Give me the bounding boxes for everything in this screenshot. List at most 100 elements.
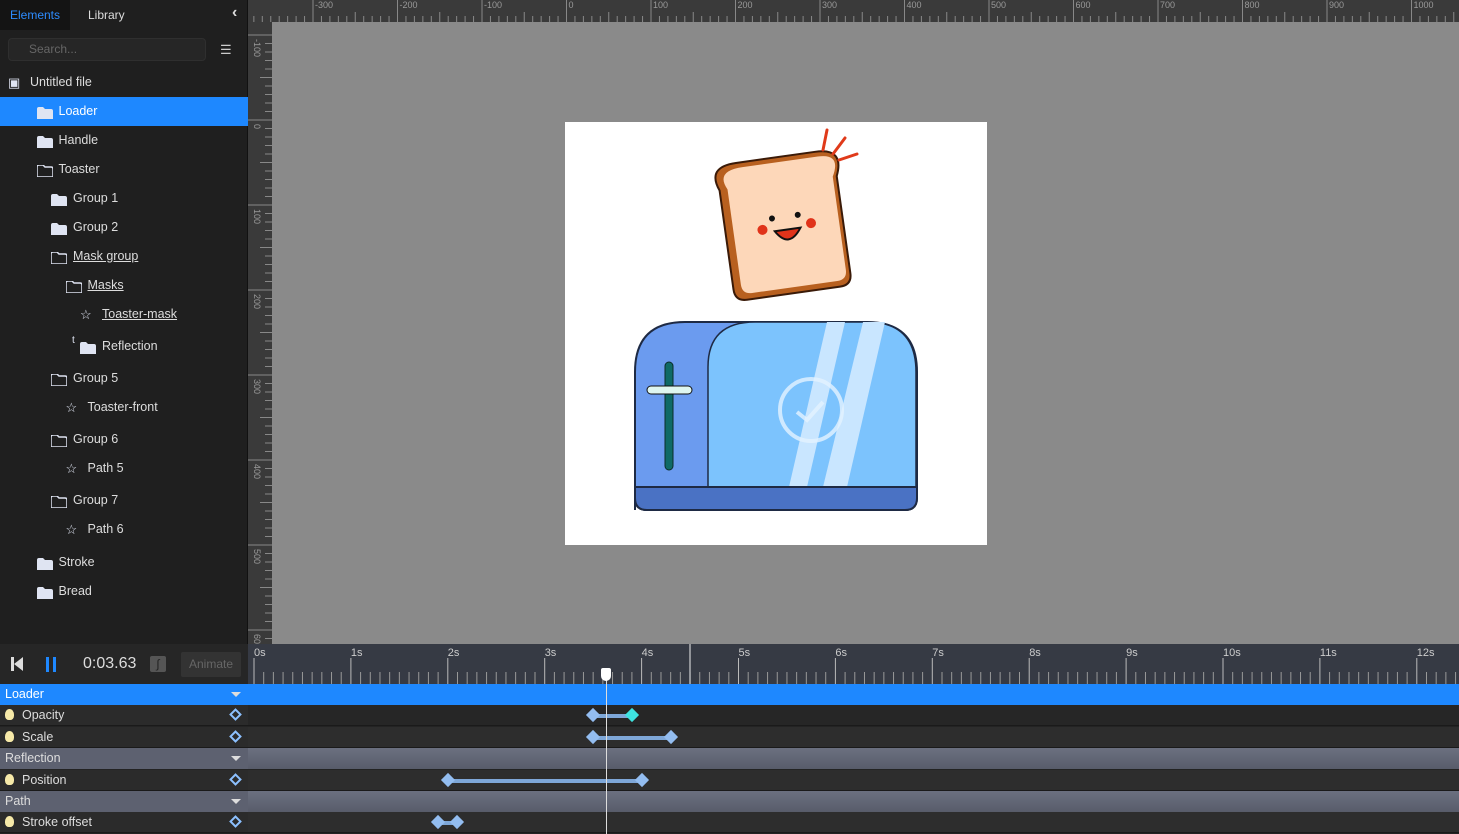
toaster-illustration[interactable]	[634, 321, 918, 511]
artboard[interactable]	[565, 122, 987, 545]
ruler-label: 0	[569, 0, 574, 10]
keyframe-diamond[interactable]	[431, 815, 446, 830]
track-lane[interactable]	[248, 726, 1459, 748]
ruler-label: 1000	[1414, 0, 1434, 10]
tree-item[interactable]: ☆ Toaster-mask	[0, 300, 248, 329]
keyframe-diamond[interactable]	[663, 729, 678, 744]
lightbulb-icon[interactable]	[5, 730, 14, 742]
tree-item[interactable]: Bread	[0, 577, 248, 606]
ruler-label: 300	[822, 0, 837, 10]
time-tick-label: 10s	[1223, 647, 1241, 659]
tree-item[interactable]: ▣ Untitled file	[0, 68, 248, 97]
tree-item[interactable]: Handle	[0, 126, 248, 155]
folder-icon	[36, 97, 53, 126]
tab-library[interactable]: Library	[88, 0, 125, 30]
animate-button[interactable]: Animate	[181, 652, 241, 677]
track-name[interactable]: Stroke offset	[0, 812, 248, 834]
track-name[interactable]: Scale	[0, 726, 248, 748]
tree-item[interactable]: Mask group	[0, 242, 248, 271]
tree-item[interactable]: Group 5	[0, 364, 248, 393]
track-lane[interactable]	[248, 705, 1459, 727]
folder-open-icon	[35, 155, 54, 184]
current-time[interactable]: 0:03.63	[83, 655, 136, 673]
time-tick-label: 9s	[1126, 647, 1138, 659]
add-keyframe-icon[interactable]	[229, 729, 242, 743]
track-property[interactable]: Opacity	[0, 705, 1459, 727]
timeline-ruler[interactable]: 0s 1s 2s 3s 4s 5s 6s 7s 8s 9s 10s 11s 12s	[248, 644, 1459, 684]
tree-item[interactable]: Masks	[0, 271, 248, 300]
playhead[interactable]	[605, 668, 607, 834]
track-name[interactable]: Reflection	[0, 748, 248, 770]
lightbulb-icon[interactable]	[5, 773, 14, 785]
bread-illustration[interactable]	[714, 149, 856, 302]
search-input[interactable]: Search...	[8, 38, 206, 61]
track-label: Opacity	[22, 708, 65, 723]
track-name[interactable]: Opacity	[0, 705, 248, 727]
track-label: Stroke offset	[22, 815, 92, 830]
keyframe-diamond[interactable]	[450, 815, 465, 830]
tree-item[interactable]: Toaster	[0, 155, 248, 184]
tree-item-label: Path 5	[87, 461, 124, 475]
track-lane[interactable]	[248, 684, 1459, 705]
keyframe-diamond[interactable]	[634, 772, 649, 787]
folder-open-icon	[50, 486, 68, 515]
star-icon: ☆	[65, 461, 78, 476]
folder-open-icon	[50, 425, 68, 454]
track-label: Loader	[5, 687, 44, 701]
skip-to-start-arrow[interactable]	[14, 657, 23, 671]
vertical-ruler: -100 0 100 200 300 400 500 600	[248, 22, 272, 707]
add-keyframe-icon[interactable]	[229, 815, 242, 829]
ruler-label: 200	[738, 0, 753, 10]
caret-down-icon[interactable]	[231, 756, 241, 762]
sort-icon[interactable]: ☰	[220, 42, 232, 58]
tree-item[interactable]: Group 7	[0, 486, 248, 515]
tree-item[interactable]: Loader	[0, 97, 248, 126]
track-name[interactable]: Loader	[0, 684, 248, 705]
track-group[interactable]: Loader	[0, 684, 1459, 705]
tab-elements[interactable]: Elements	[0, 0, 70, 30]
track-property[interactable]: Scale	[0, 726, 1459, 748]
tree-item-label: Group 1	[73, 191, 119, 205]
keyframe-diamond[interactable]	[586, 729, 601, 744]
track-lane[interactable]	[248, 812, 1459, 834]
keyframe-diamond[interactable]	[624, 708, 639, 723]
track-property[interactable]: Position	[0, 769, 1459, 791]
keyframe-segment[interactable]	[447, 778, 642, 783]
playhead-handle[interactable]	[600, 668, 611, 681]
track-lane[interactable]	[248, 791, 1459, 812]
ruler-label: 700	[1160, 0, 1175, 10]
track-group[interactable]: Reflection	[0, 748, 1459, 770]
pause-icon[interactable]	[46, 657, 56, 672]
ruler-label: -100	[484, 0, 502, 10]
track-lane[interactable]	[248, 769, 1459, 791]
time-tick-label: 6s	[835, 647, 847, 659]
caret-down-icon[interactable]	[231, 799, 241, 804]
time-tick-label: 11s	[1320, 647, 1337, 659]
tree-item[interactable]: Group 2	[0, 213, 248, 242]
keyframe-diamond[interactable]	[586, 708, 601, 723]
tree-item[interactable]: ☆ Path 6	[0, 515, 248, 544]
easing-icon[interactable]: ∫	[150, 656, 166, 672]
add-keyframe-icon[interactable]	[229, 772, 242, 786]
tree-item[interactable]: Group 6	[0, 425, 248, 454]
lightbulb-icon[interactable]	[5, 816, 14, 828]
tree-item[interactable]: ☆ Path 5	[0, 454, 248, 483]
track-name[interactable]: Path	[0, 791, 248, 812]
ruler-label: 600	[1076, 0, 1091, 10]
track-name[interactable]: Position	[0, 769, 248, 791]
keyframe-diamond[interactable]	[440, 772, 455, 787]
chevron-left-icon[interactable]: ‹	[232, 4, 237, 22]
ruler-label: 500	[252, 549, 262, 564]
lightbulb-icon[interactable]	[5, 709, 14, 721]
tree-item-label: Bread	[58, 584, 92, 598]
track-group[interactable]: Path	[0, 791, 1459, 812]
tree-item[interactable]: t Reflection	[0, 332, 248, 361]
tree-item[interactable]: Stroke	[0, 548, 248, 577]
tree-item[interactable]: ☆ Toaster-front	[0, 393, 248, 422]
track-lane[interactable]	[248, 748, 1459, 770]
track-property[interactable]: Stroke offset	[0, 812, 1459, 834]
add-keyframe-icon[interactable]	[229, 708, 242, 722]
track-label: Path	[5, 794, 31, 808]
tree-item[interactable]: Group 1	[0, 184, 248, 213]
caret-down-icon[interactable]	[231, 692, 241, 697]
